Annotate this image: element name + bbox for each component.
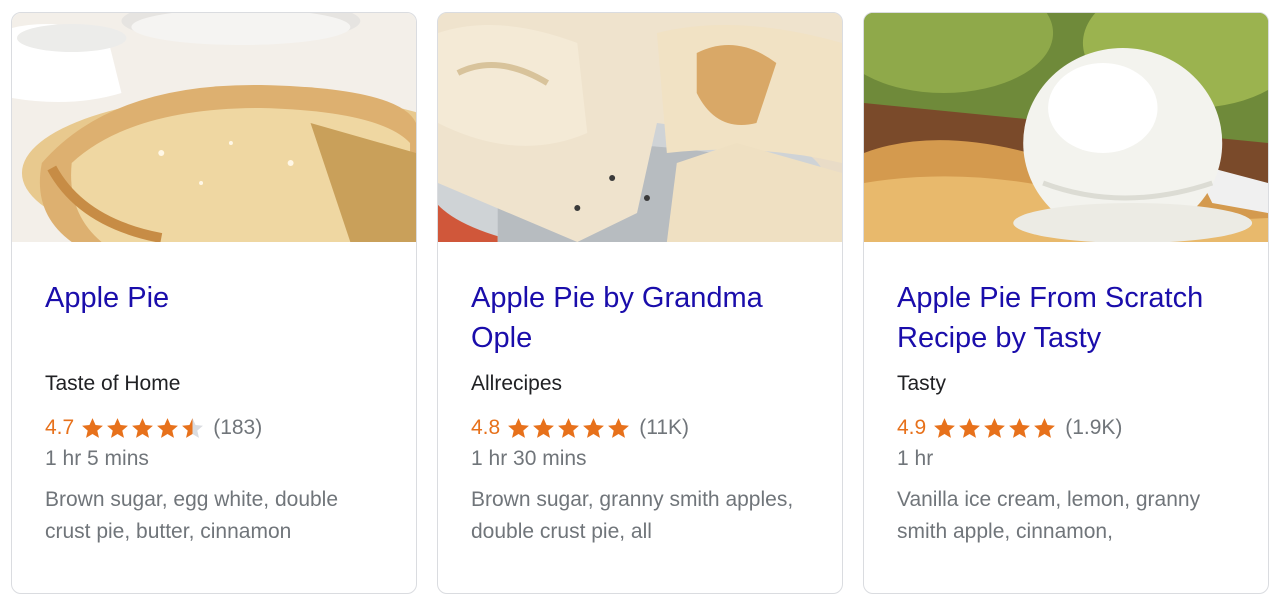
review-count: (183) <box>213 416 263 439</box>
star-icon <box>182 417 204 438</box>
star-icon <box>959 417 981 438</box>
recipe-source: Allrecipes <box>471 372 563 395</box>
star-rating <box>506 416 631 441</box>
star-icon <box>533 417 555 438</box>
star-icon <box>508 417 530 438</box>
star-icon <box>558 417 580 438</box>
rating-value: 4.8 <box>471 416 501 439</box>
star-icon <box>82 417 104 438</box>
recipe-title[interactable]: Apple Pie From Scratch Recipe by Tasty <box>897 278 1236 358</box>
rating-row: 4.7 (183) <box>45 413 384 443</box>
star-icon <box>1034 417 1056 438</box>
star-icon <box>157 417 179 438</box>
recipe-title[interactable]: Apple Pie by Grandma Ople <box>471 278 810 358</box>
recipe-source: Tasty <box>897 372 947 395</box>
cook-time: 1 hr 30 mins <box>471 447 587 470</box>
recipe-card-apple-pie[interactable]: Apple Pie Taste of Home 4.7 (183) 1 hr 5… <box>11 12 417 594</box>
recipe-title[interactable]: Apple Pie <box>45 278 384 358</box>
ingredients: Brown sugar, granny smith apples, double… <box>471 488 794 543</box>
review-count: (1.9K) <box>1065 416 1123 439</box>
rating-row: 4.9 (1.9K) <box>897 413 1236 443</box>
recipe-image[interactable] <box>12 13 416 242</box>
star-icon <box>1009 417 1031 438</box>
star-icon <box>583 417 605 438</box>
star-icon <box>984 417 1006 438</box>
ingredients: Brown sugar, egg white, double crust pie… <box>45 488 339 543</box>
star-icon <box>107 417 129 438</box>
star-icon <box>608 417 630 438</box>
recipe-image[interactable] <box>438 13 842 242</box>
recipe-carousel: Apple Pie Taste of Home 4.7 (183) 1 hr 5… <box>0 0 1286 612</box>
rating-value: 4.7 <box>45 416 75 439</box>
cook-time: 1 hr 5 mins <box>45 447 149 470</box>
rating-value: 4.9 <box>897 416 927 439</box>
star-icon <box>934 417 956 438</box>
cook-time: 1 hr <box>897 447 934 470</box>
star-icon <box>132 417 154 438</box>
review-count: (11K) <box>639 416 689 439</box>
star-rating <box>932 416 1057 441</box>
recipe-card-apple-pie-grandma-ople[interactable]: Apple Pie by Grandma Ople Allrecipes 4.8… <box>437 12 843 594</box>
recipe-card-apple-pie-from-scratch[interactable]: Apple Pie From Scratch Recipe by Tasty T… <box>863 12 1269 594</box>
rating-row: 4.8 (11K) <box>471 413 810 443</box>
star-rating <box>80 416 205 441</box>
recipe-source: Taste of Home <box>45 372 181 395</box>
ingredients: Vanilla ice cream, lemon, granny smith a… <box>897 488 1201 543</box>
recipe-image[interactable] <box>864 13 1268 242</box>
